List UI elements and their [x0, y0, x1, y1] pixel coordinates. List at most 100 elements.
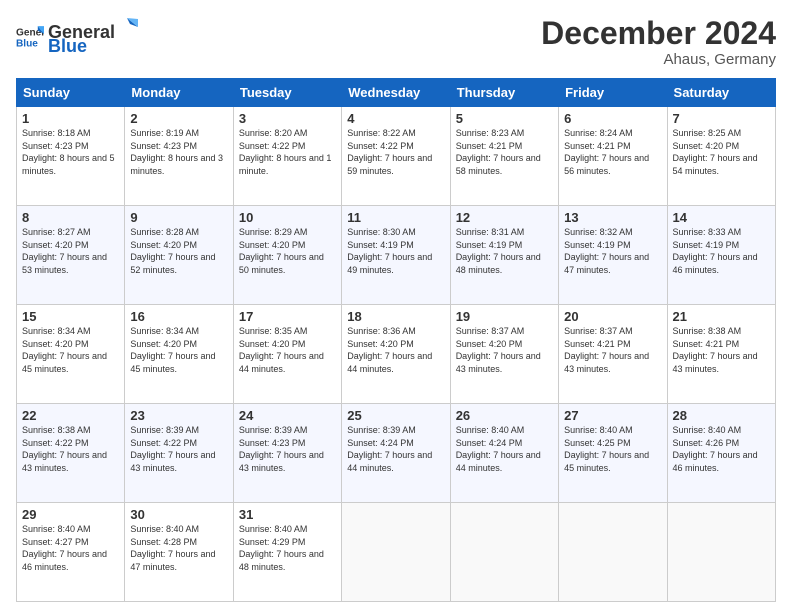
day-number: 29: [22, 507, 119, 522]
day-info: Sunrise: 8:38 AMSunset: 4:21 PMDaylight:…: [673, 326, 758, 374]
day-number: 4: [347, 111, 444, 126]
day-number: 13: [564, 210, 661, 225]
day-info: Sunrise: 8:40 AMSunset: 4:25 PMDaylight:…: [564, 425, 649, 473]
day-info: Sunrise: 8:40 AMSunset: 4:26 PMDaylight:…: [673, 425, 758, 473]
day-info: Sunrise: 8:19 AMSunset: 4:23 PMDaylight:…: [130, 128, 223, 176]
logo-text-blue: Blue: [48, 36, 87, 56]
header: General Blue General Blue Decembe: [16, 16, 776, 68]
day-cell: 25 Sunrise: 8:39 AMSunset: 4:24 PMDayligh…: [342, 404, 450, 503]
day-info: Sunrise: 8:34 AMSunset: 4:20 PMDaylight:…: [22, 326, 107, 374]
day-cell: 22 Sunrise: 8:38 AMSunset: 4:22 PMDayligh…: [17, 404, 125, 503]
day-info: Sunrise: 8:39 AMSunset: 4:23 PMDaylight:…: [239, 425, 324, 473]
day-number: 25: [347, 408, 444, 423]
day-info: Sunrise: 8:20 AMSunset: 4:22 PMDaylight:…: [239, 128, 332, 176]
day-number: 2: [130, 111, 227, 126]
day-cell: 16Sunrise: 8:34 AMSunset: 4:20 PMDayligh…: [125, 305, 233, 404]
day-number: 30: [130, 507, 227, 522]
day-cell: 28 Sunrise: 8:40 AMSunset: 4:26 PMDayligh…: [667, 404, 775, 503]
col-header-monday: Monday: [125, 79, 233, 107]
day-cell: 9 Sunrise: 8:28 AMSunset: 4:20 PMDaylight…: [125, 206, 233, 305]
day-info: Sunrise: 8:24 AMSunset: 4:21 PMDaylight:…: [564, 128, 649, 176]
day-cell: 19Sunrise: 8:37 AMSunset: 4:20 PMDayligh…: [450, 305, 558, 404]
title-block: December 2024 Ahaus, Germany: [541, 16, 776, 68]
day-cell: 11 Sunrise: 8:30 AMSunset: 4:19 PMDayligh…: [342, 206, 450, 305]
day-cell: 17 Sunrise: 8:35 AMSunset: 4:20 PMDayligh…: [233, 305, 341, 404]
week-row-4: 22 Sunrise: 8:38 AMSunset: 4:22 PMDayligh…: [17, 404, 776, 503]
day-number: 28: [673, 408, 770, 423]
day-number: 18: [347, 309, 444, 324]
day-number: 12: [456, 210, 553, 225]
day-cell: 21 Sunrise: 8:38 AMSunset: 4:21 PMDayligh…: [667, 305, 775, 404]
day-number: 16: [130, 309, 227, 324]
week-row-5: 29 Sunrise: 8:40 AMSunset: 4:27 PMDayligh…: [17, 503, 776, 602]
day-cell: [667, 503, 775, 602]
day-cell: 4 Sunrise: 8:22 AMSunset: 4:22 PMDaylight…: [342, 107, 450, 206]
col-header-wednesday: Wednesday: [342, 79, 450, 107]
day-cell: 5Sunrise: 8:23 AMSunset: 4:21 PMDaylight…: [450, 107, 558, 206]
week-row-1: 1 Sunrise: 8:18 AMSunset: 4:23 PMDaylight…: [17, 107, 776, 206]
day-number: 23: [130, 408, 227, 423]
day-cell: [450, 503, 558, 602]
col-header-friday: Friday: [559, 79, 667, 107]
month-title: December 2024: [541, 16, 776, 51]
day-cell: 8Sunrise: 8:27 AMSunset: 4:20 PMDaylight…: [17, 206, 125, 305]
day-info: Sunrise: 8:35 AMSunset: 4:20 PMDaylight:…: [239, 326, 324, 374]
col-header-tuesday: Tuesday: [233, 79, 341, 107]
day-cell: 10 Sunrise: 8:29 AMSunset: 4:20 PMDayligh…: [233, 206, 341, 305]
day-number: 27: [564, 408, 661, 423]
day-info: Sunrise: 8:27 AMSunset: 4:20 PMDaylight:…: [22, 227, 107, 275]
day-info: Sunrise: 8:28 AMSunset: 4:20 PMDaylight:…: [130, 227, 215, 275]
day-info: Sunrise: 8:30 AMSunset: 4:19 PMDaylight:…: [347, 227, 432, 275]
day-cell: [342, 503, 450, 602]
page: General Blue General Blue Decembe: [0, 0, 792, 612]
day-info: Sunrise: 8:38 AMSunset: 4:22 PMDaylight:…: [22, 425, 107, 473]
day-cell: 27 Sunrise: 8:40 AMSunset: 4:25 PMDayligh…: [559, 404, 667, 503]
day-cell: 2 Sunrise: 8:19 AMSunset: 4:23 PMDaylight…: [125, 107, 233, 206]
day-info: Sunrise: 8:39 AMSunset: 4:22 PMDaylight:…: [130, 425, 215, 473]
logo-wordmark: General Blue: [48, 16, 139, 57]
week-row-2: 8Sunrise: 8:27 AMSunset: 4:20 PMDaylight…: [17, 206, 776, 305]
day-number: 17: [239, 309, 336, 324]
day-cell: 6 Sunrise: 8:24 AMSunset: 4:21 PMDaylight…: [559, 107, 667, 206]
day-cell: 26Sunrise: 8:40 AMSunset: 4:24 PMDayligh…: [450, 404, 558, 503]
day-cell: 7Sunrise: 8:25 AMSunset: 4:20 PMDaylight…: [667, 107, 775, 206]
day-info: Sunrise: 8:22 AMSunset: 4:22 PMDaylight:…: [347, 128, 432, 176]
day-number: 19: [456, 309, 553, 324]
day-cell: 3 Sunrise: 8:20 AMSunset: 4:22 PMDaylight…: [233, 107, 341, 206]
day-info: Sunrise: 8:31 AMSunset: 4:19 PMDaylight:…: [456, 227, 541, 275]
day-number: 10: [239, 210, 336, 225]
day-number: 1: [22, 111, 119, 126]
day-cell: 30Sunrise: 8:40 AMSunset: 4:28 PMDayligh…: [125, 503, 233, 602]
day-number: 11: [347, 210, 444, 225]
day-info: Sunrise: 8:40 AMSunset: 4:27 PMDaylight:…: [22, 524, 107, 572]
day-number: 20: [564, 309, 661, 324]
day-number: 3: [239, 111, 336, 126]
logo-icon: General Blue: [16, 23, 44, 51]
day-number: 22: [22, 408, 119, 423]
day-info: Sunrise: 8:36 AMSunset: 4:20 PMDaylight:…: [347, 326, 432, 374]
day-number: 24: [239, 408, 336, 423]
calendar-body: 1 Sunrise: 8:18 AMSunset: 4:23 PMDaylight…: [17, 107, 776, 602]
day-info: Sunrise: 8:29 AMSunset: 4:20 PMDaylight:…: [239, 227, 324, 275]
day-cell: 31 Sunrise: 8:40 AMSunset: 4:29 PMDayligh…: [233, 503, 341, 602]
day-cell: 18 Sunrise: 8:36 AMSunset: 4:20 PMDayligh…: [342, 305, 450, 404]
day-cell: [559, 503, 667, 602]
day-cell: 12 Sunrise: 8:31 AMSunset: 4:19 PMDayligh…: [450, 206, 558, 305]
day-info: Sunrise: 8:40 AMSunset: 4:24 PMDaylight:…: [456, 425, 541, 473]
logo-bird-icon: [116, 16, 138, 38]
day-info: Sunrise: 8:18 AMSunset: 4:23 PMDaylight:…: [22, 128, 115, 176]
day-number: 21: [673, 309, 770, 324]
day-info: Sunrise: 8:39 AMSunset: 4:24 PMDaylight:…: [347, 425, 432, 473]
day-cell: 13Sunrise: 8:32 AMSunset: 4:19 PMDayligh…: [559, 206, 667, 305]
day-info: Sunrise: 8:37 AMSunset: 4:21 PMDaylight:…: [564, 326, 649, 374]
col-header-saturday: Saturday: [667, 79, 775, 107]
day-cell: 24 Sunrise: 8:39 AMSunset: 4:23 PMDayligh…: [233, 404, 341, 503]
day-number: 6: [564, 111, 661, 126]
day-cell: 23 Sunrise: 8:39 AMSunset: 4:22 PMDayligh…: [125, 404, 233, 503]
day-info: Sunrise: 8:23 AMSunset: 4:21 PMDaylight:…: [456, 128, 541, 176]
day-number: 15: [22, 309, 119, 324]
day-number: 9: [130, 210, 227, 225]
day-info: Sunrise: 8:40 AMSunset: 4:29 PMDaylight:…: [239, 524, 324, 572]
header-row: SundayMondayTuesdayWednesdayThursdayFrid…: [17, 79, 776, 107]
day-number: 31: [239, 507, 336, 522]
